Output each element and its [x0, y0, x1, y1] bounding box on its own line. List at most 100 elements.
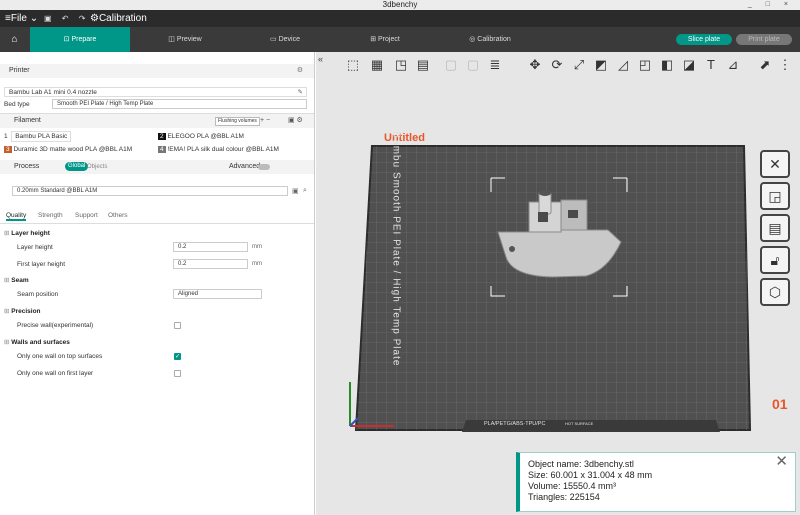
tab-prepare[interactable]: ⊡ Prepare [30, 27, 130, 52]
filament-slot-2[interactable]: 2 ELEGOO PLA @BBL A1M [158, 133, 308, 140]
print-plate-button[interactable]: Print plate [736, 34, 792, 45]
plate-surface-text: Bambu Smooth PEI Plate / High Temp Plate [390, 131, 402, 367]
tab-label: Device [278, 36, 300, 43]
advanced-switch[interactable] [258, 164, 270, 170]
slot-number-badge: 4 [158, 146, 166, 153]
slot-number-badge: 2 [158, 133, 166, 140]
edit-icon[interactable]: ✎ [298, 88, 303, 97]
bed-type-value: Smooth PEI Plate / High Temp Plate [57, 101, 154, 107]
slot-number-badge: 3 [4, 146, 12, 153]
first-layer-height-label: First layer height [17, 261, 66, 268]
filament-name: Duramic 3D matte wood PLA @BBL A1M [13, 146, 133, 153]
printer-selector[interactable]: Bambu Lab A1 mini 0.4 nozzle ✎ [4, 87, 307, 97]
arrange-plate-icon[interactable]: ▤ [760, 214, 790, 242]
plate-number[interactable]: 01 [772, 396, 788, 412]
hot-surface-text: HOT SURFACE [564, 421, 594, 426]
tab-strength[interactable]: Strength [38, 212, 63, 219]
tab-label: Project [378, 36, 400, 43]
search-icon[interactable]: ⌕ [303, 187, 307, 195]
plate-settings-icon[interactable]: ⬡ [760, 278, 790, 306]
build-plate[interactable] [316, 52, 800, 515]
project-icon: ⊞ [370, 36, 377, 43]
layer-height-label: Layer height [17, 244, 53, 251]
seam-group: ⊞ Seam [4, 276, 29, 284]
first-layer-height-input[interactable]: 0.2 [173, 259, 248, 269]
window-title: 3dbenchy [382, 0, 418, 9]
filament-section-title: Filament [14, 117, 41, 124]
first-wall-checkbox[interactable] [174, 370, 181, 377]
object-name: Object name: 3dbenchy.stl [528, 459, 634, 469]
group-icon: ⊞ [4, 339, 10, 346]
lock-plate-icon[interactable]: 🔓︎ [760, 246, 790, 274]
global-toggle[interactable]: Global [65, 162, 89, 171]
filament-slot-1[interactable]: 1 Bambu PLA Basic [4, 131, 154, 142]
menubar: ≡File ⌄ ▣ ↶ ↷ ⚙Calibration [0, 10, 800, 27]
tab-label: Prepare [71, 36, 97, 43]
precision-group: ⊞ Precision [4, 307, 41, 315]
top-wall-label: Only one wall on top surfaces [17, 353, 103, 360]
slice-plate-button[interactable]: Slice plate [676, 34, 732, 45]
filament-name: ELEGOO PLA @BBL A1M [167, 133, 244, 140]
bed-type-select[interactable]: Smooth PEI Plate / High Temp Plate [52, 99, 307, 109]
home-icon[interactable]: ⌂ [0, 27, 29, 52]
group-title: Layer height [11, 230, 50, 237]
filament-slot-4[interactable]: 4 !EMA! PLA silk dual colour @BBL A1M [158, 146, 308, 153]
tab-calibration[interactable]: ◎ Calibration [440, 27, 540, 52]
slot-number: 1 [4, 133, 8, 140]
filament-tools-icon[interactable]: ▣ ⚙ [288, 114, 303, 128]
quick-access-icons[interactable]: ▣ ↶ ↷ [44, 10, 89, 27]
filament-slot-3[interactable]: 3 Duramic 3D matte wood PLA @BBL A1M [4, 146, 154, 153]
precise-wall-label: Precise wall(experimental) [17, 322, 94, 329]
tab-preview[interactable]: ◫ Preview [140, 27, 230, 52]
tab-support[interactable]: Support [75, 212, 98, 219]
process-section-title: Process [14, 163, 40, 170]
first-wall-label: Only one wall on first layer [17, 370, 94, 377]
process-section-header: Process Global Objects Advanced [0, 160, 314, 174]
process-preset-select[interactable]: 0.20mm Standard @BBL A1M [12, 186, 288, 196]
filament-name: !EMA! PLA silk dual colour @BBL A1M [167, 146, 279, 153]
window-titlebar: 3dbenchy _ □ × [0, 0, 800, 10]
plate-material-label: PLA/PETG/ABS·TPU/PC HOT SURFACE [484, 421, 593, 427]
layer-height-input[interactable]: 0.2 [173, 242, 248, 252]
printer-settings-icon[interactable]: ⚙ [297, 64, 303, 78]
close-icon[interactable]: ✕ [775, 454, 788, 469]
walls-group: ⊞ Walls and surfaces [4, 338, 70, 346]
tab-label: Preview [176, 36, 202, 43]
add-remove-icons[interactable]: + − [260, 114, 270, 128]
pick-plate-icon[interactable]: ◲ [760, 182, 790, 210]
file-menu[interactable]: ≡File ⌄ [5, 10, 38, 27]
settings-sidebar: Printer ⚙ Bambu Lab A1 mini 0.4 nozzle ✎… [0, 52, 315, 515]
seam-position-label: Seam position [17, 291, 59, 298]
save-preset-icon[interactable]: ▣ [292, 187, 299, 195]
flushing-volumes-button[interactable]: Flushing volumes [215, 117, 260, 126]
filament-name: Bambu PLA Basic [11, 131, 72, 142]
window-controls[interactable]: _ □ × [748, 0, 794, 10]
preview-icon: ◫ [168, 36, 175, 43]
tab-project[interactable]: ⊞ Project [340, 27, 430, 52]
3d-viewport[interactable]: « ⬚ ▦ ◳ ▤ ▢ ▢ ≣ ✥ ⟳ ⤢ ◩ ◿ ◰ ◧ ◪ T ⊿ ⬈ ⋮ [316, 52, 800, 515]
advanced-label: Advanced [229, 163, 261, 170]
project-name: ⚙Calibration [90, 13, 147, 24]
precise-wall-checkbox[interactable] [174, 322, 181, 329]
main-tabbar: ⌂ ⊡ Prepare ◫ Preview ▭ Device ⊞ Project… [0, 27, 800, 52]
calibration-icon: ◎ [469, 36, 476, 43]
tab-others[interactable]: Others [108, 212, 128, 219]
seam-position-select[interactable]: Aligned [173, 289, 262, 299]
printer-model: Bambu Lab A1 mini 0.4 nozzle [9, 89, 97, 96]
group-icon: ⊞ [4, 230, 10, 237]
prepare-icon: ⊡ [63, 36, 70, 43]
delete-plate-icon[interactable]: ✕ [760, 150, 790, 178]
seam-position-value: Aligned [178, 291, 199, 297]
group-icon: ⊞ [4, 277, 10, 284]
unit-label: mm [252, 244, 262, 250]
objects-toggle[interactable]: Objects [87, 160, 107, 174]
tab-quality[interactable]: Quality [6, 212, 27, 221]
object-volume: Volume: 15550.4 mm³ [528, 481, 617, 491]
tab-device[interactable]: ▭ Device [240, 27, 330, 52]
object-info-panel: Object name: 3dbenchy.stl Size: 60.001 x… [516, 452, 796, 512]
layer-height-group: ⊞ Layer height [4, 229, 50, 237]
unit-label: mm [252, 261, 262, 267]
bed-type-label: Bed type [4, 101, 30, 108]
device-icon: ▭ [270, 36, 277, 43]
top-wall-checkbox[interactable]: ✓ [174, 353, 181, 360]
